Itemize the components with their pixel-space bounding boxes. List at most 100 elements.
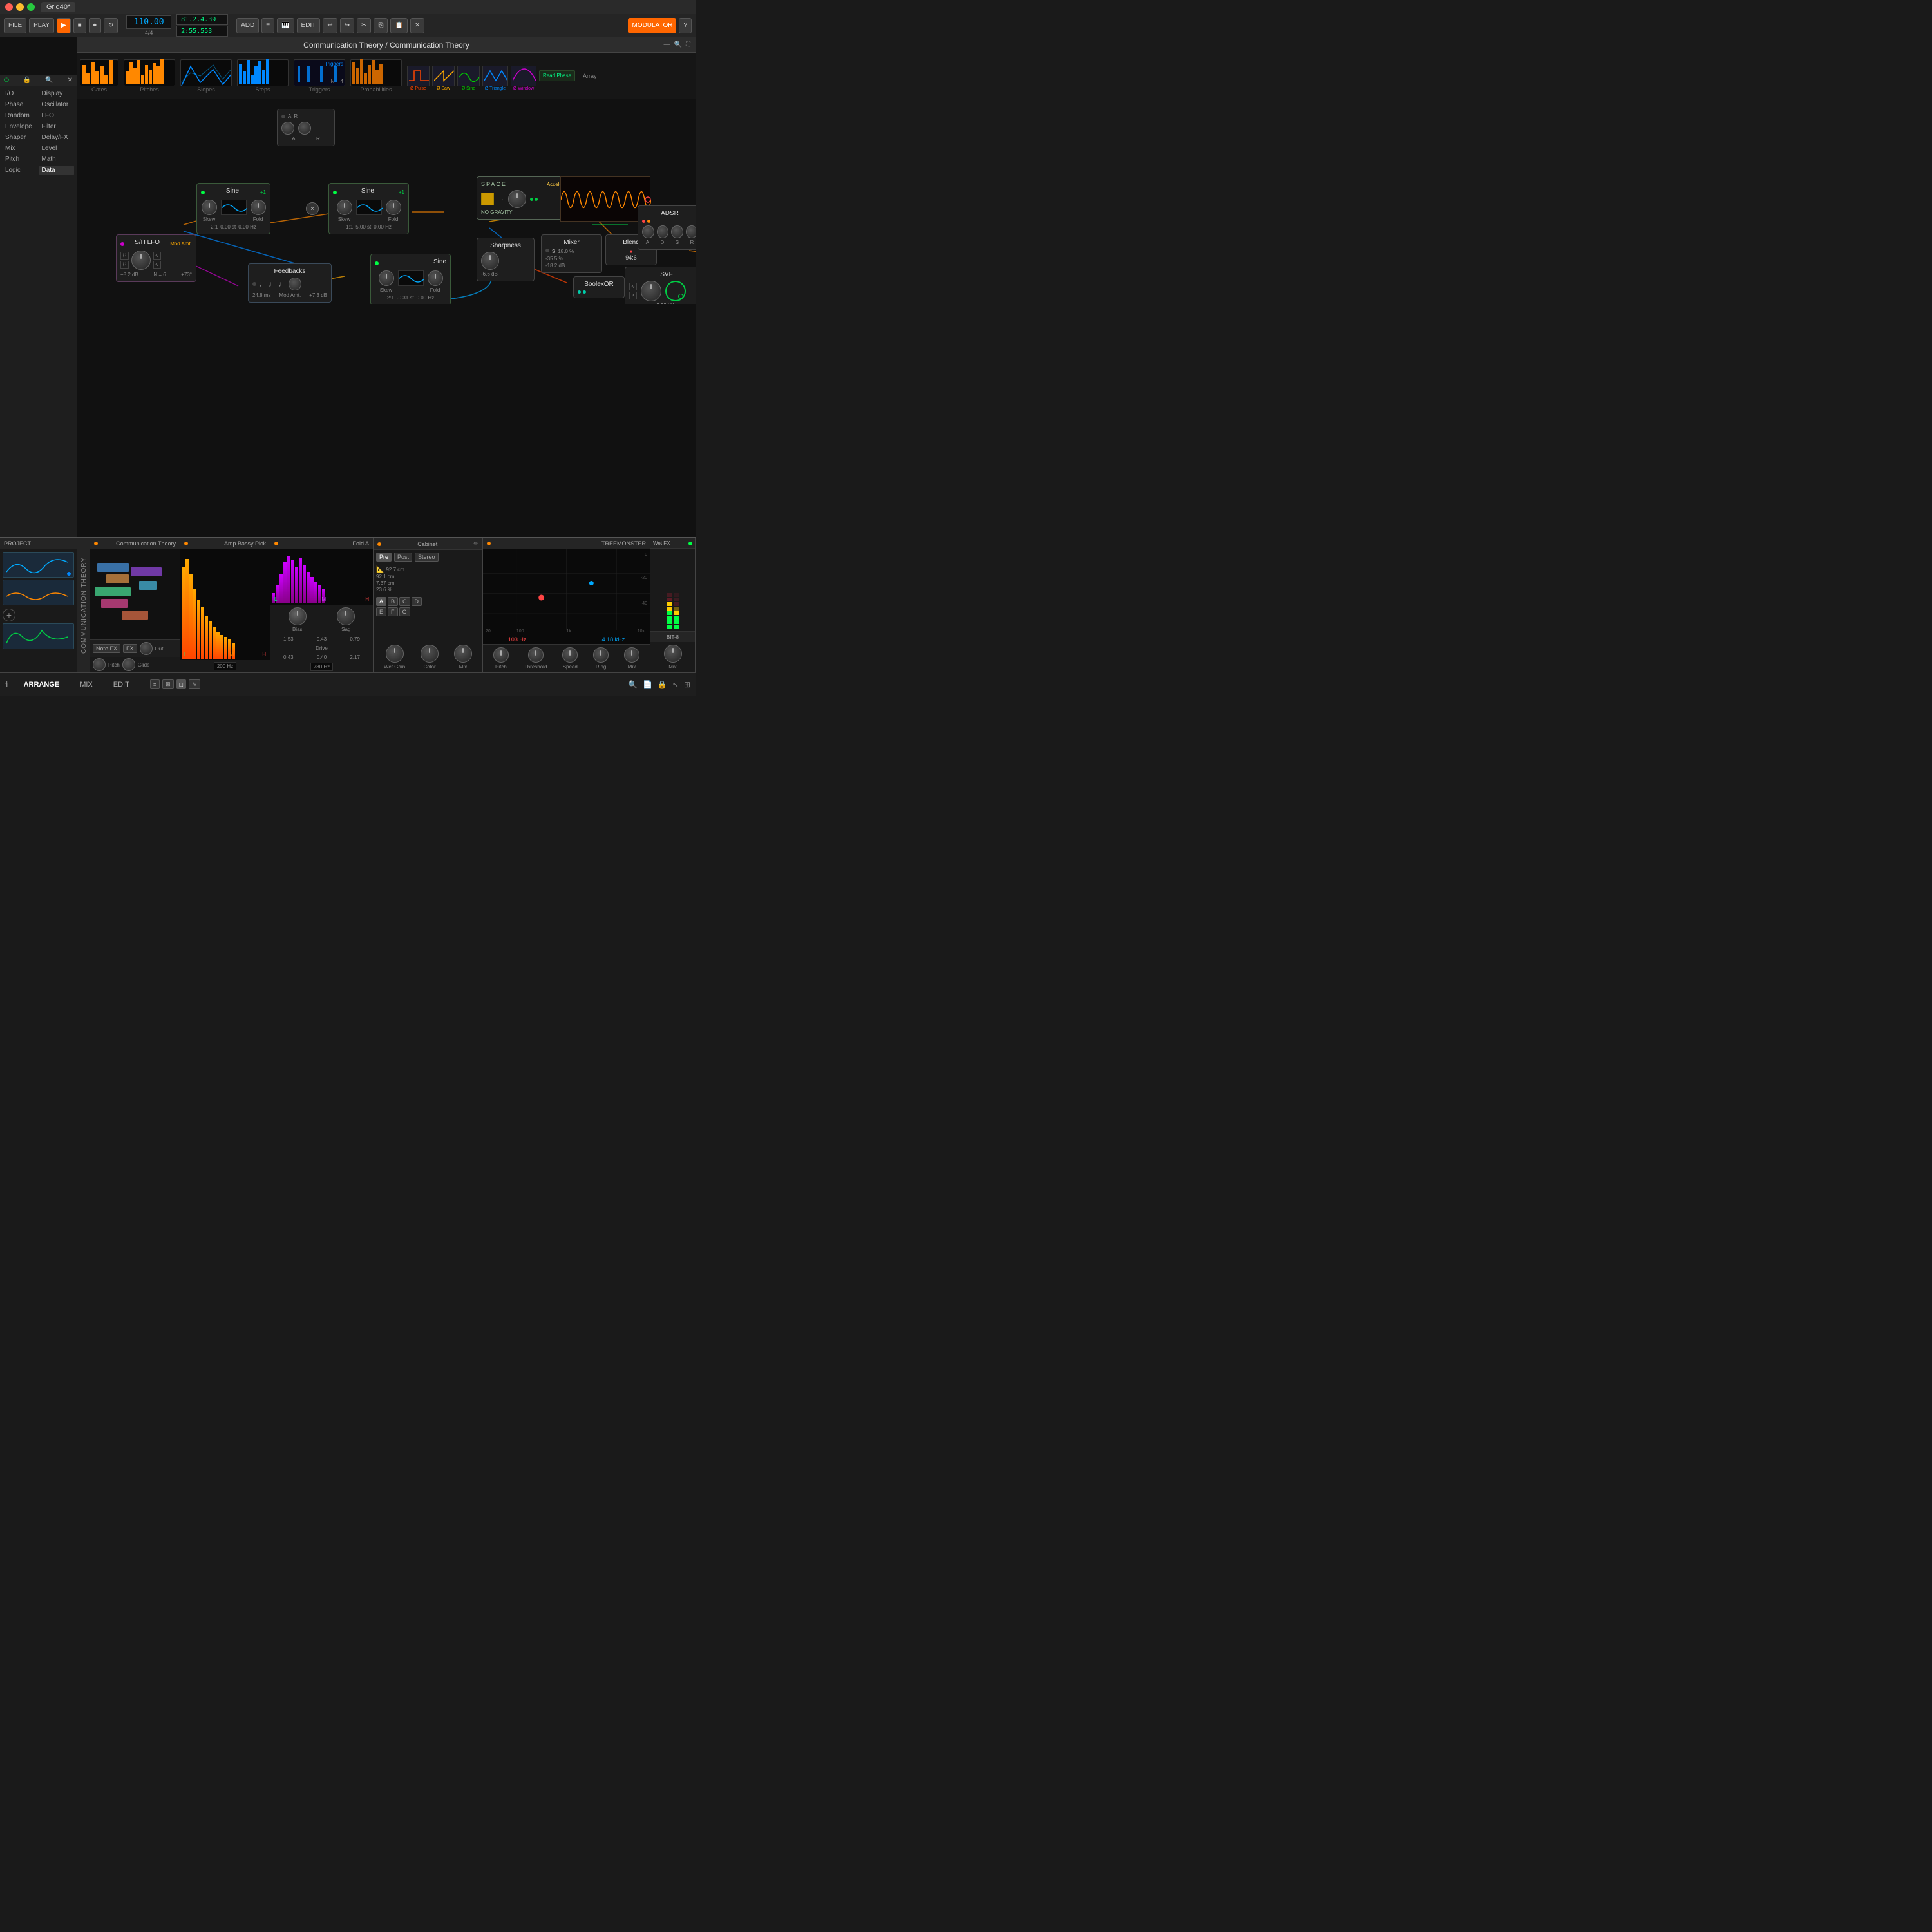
pr-block-6[interactable] — [139, 581, 157, 590]
tab-grid40[interactable]: Grid40* — [41, 2, 75, 12]
svf-opt2[interactable]: ↗ — [629, 292, 637, 299]
sine2-skew-knob[interactable] — [337, 200, 352, 215]
undo-button[interactable]: ↩ — [323, 18, 337, 33]
piano-roll[interactable] — [90, 549, 180, 639]
project-thumb-2[interactable] — [3, 580, 74, 605]
cab-f-btn[interactable]: F — [388, 607, 398, 616]
sharpness-module[interactable]: Sharpness -6.6 dB — [477, 238, 535, 281]
fx-button[interactable]: FX — [123, 644, 137, 653]
sidebar-item-shaper[interactable]: Shaper — [3, 133, 38, 142]
add-button[interactable]: ADD — [236, 18, 259, 33]
help-button[interactable]: ? — [679, 18, 692, 33]
pitches-display[interactable] — [124, 59, 175, 86]
sag-knob[interactable] — [337, 607, 355, 625]
adsr-r-knob[interactable] — [686, 225, 696, 238]
pr-block-4[interactable] — [101, 599, 128, 608]
plugin-zoom[interactable]: 🔍 — [674, 41, 682, 48]
out-knob[interactable] — [140, 642, 153, 655]
play-button[interactable]: ▶ — [57, 18, 71, 33]
lfo-wave1[interactable]: ⌇⌇ — [120, 252, 129, 260]
freq-hi[interactable]: 780 Hz — [310, 663, 333, 671]
sidebar-item-display[interactable]: Display — [39, 89, 75, 99]
boolexor-module[interactable]: BoolexOR — [573, 276, 625, 298]
edit-button[interactable]: EDIT — [297, 18, 321, 33]
cabinet-edit-icon[interactable]: ✏ — [473, 540, 478, 547]
stop-button[interactable]: ■ — [73, 18, 86, 33]
sine3-module[interactable]: Sine Skew Fold — [370, 254, 451, 304]
delete-button[interactable]: ✕ — [410, 18, 424, 33]
plugin-expand[interactable]: ⛶ — [686, 41, 690, 48]
amp-spectrum[interactable]: L M H — [180, 549, 270, 660]
status-search-icon[interactable]: 🔍 — [628, 680, 638, 689]
file-button[interactable]: FILE — [4, 18, 26, 33]
pr-block-5[interactable] — [131, 567, 162, 576]
steps-display[interactable] — [237, 59, 289, 86]
sidebar-item-delayfx[interactable]: Delay/FX — [39, 133, 75, 142]
pulse-preview[interactable]: Ø Pulse — [407, 66, 430, 86]
status-mode1[interactable]: ≡ — [150, 679, 160, 689]
sidebar-item-oscillator[interactable]: Oscillator — [39, 100, 75, 109]
loop-button[interactable]: ↻ — [104, 18, 118, 33]
status-grid-icon[interactable]: ⊞ — [684, 680, 690, 689]
space-knob[interactable] — [508, 190, 526, 208]
env-a-knob[interactable] — [281, 122, 294, 135]
adsr-s-knob[interactable] — [671, 225, 683, 238]
sidebar-item-io[interactable]: I/O — [3, 89, 38, 99]
sidebar-item-pitch[interactable]: Pitch — [3, 155, 38, 164]
wet-gain-knob[interactable] — [386, 645, 404, 663]
edit-tab[interactable]: EDIT — [108, 679, 135, 690]
gates-display[interactable] — [80, 59, 118, 86]
maximize-button[interactable] — [27, 3, 35, 11]
sidebar-item-lfo[interactable]: LFO — [39, 111, 75, 120]
window-preview[interactable]: Ø Window — [511, 66, 536, 86]
sine1-fold-knob[interactable] — [251, 200, 266, 215]
adsr-a-knob[interactable] — [642, 225, 654, 238]
tm-mix-knob[interactable] — [624, 647, 639, 663]
env-r-knob[interactable] — [298, 122, 311, 135]
bias-knob[interactable] — [289, 607, 307, 625]
stereo-button[interactable]: Stereo — [415, 553, 439, 562]
sine1-module[interactable]: Sine +1 Skew Fo — [196, 183, 270, 234]
lfo-knob[interactable] — [131, 251, 151, 270]
mix-tab[interactable]: MIX — [75, 679, 98, 690]
sidebar-item-data[interactable]: Data — [39, 166, 75, 175]
status-cursor-icon[interactable]: ↖ — [672, 680, 679, 689]
window-controls[interactable] — [5, 3, 35, 11]
adsr-module[interactable]: ADSR A D S R — [638, 205, 696, 250]
sidebar-lock-icon[interactable]: 🔒 — [23, 77, 31, 84]
play-label-button[interactable]: PLAY — [29, 18, 54, 33]
pr-block-3[interactable] — [95, 587, 131, 596]
tm-ring-knob[interactable] — [593, 647, 609, 663]
minimize-button[interactable] — [16, 3, 24, 11]
status-mode4[interactable]: ≋ — [189, 679, 200, 689]
piano-button[interactable]: 🎹 — [277, 18, 294, 33]
arrange-tab[interactable]: ARRANGE — [19, 679, 65, 690]
lfo-wave2[interactable]: ⌇⌇ — [120, 261, 129, 269]
sidebar-item-envelope[interactable]: Envelope — [3, 122, 38, 131]
svf-green-knob[interactable] — [665, 281, 686, 301]
sine2-module[interactable]: Sine +1 Skew Fold — [328, 183, 409, 234]
modulator-button[interactable]: MODULATOR — [628, 18, 676, 33]
lfo-wave4[interactable]: ∿ — [153, 261, 161, 269]
triangle-preview[interactable]: Ø Triangle — [482, 66, 508, 86]
record-button[interactable]: ⏺ — [89, 18, 101, 33]
status-mode3[interactable]: □ — [176, 679, 186, 689]
multiply-node[interactable]: × — [306, 202, 319, 215]
mixer-module[interactable]: Mixer S 18.0 % -35.5 % -18.2 dB — [541, 234, 602, 273]
post-button[interactable]: Post — [394, 553, 412, 562]
freq-lo[interactable]: 200 Hz — [214, 662, 236, 670]
note-fx-button[interactable]: Note FX — [93, 644, 120, 653]
svf-module[interactable]: SVF ∿ ↗ 2.09 kHz — [625, 267, 696, 304]
sharpness-knob[interactable] — [481, 252, 499, 270]
info-icon[interactable]: ℹ — [5, 680, 8, 689]
eq-display[interactable]: 0 -20 -40 20 100 1k 10k — [483, 549, 650, 644]
sidebar-item-logic[interactable]: Logic — [3, 166, 38, 175]
copy-button[interactable]: ⎘ — [374, 18, 388, 33]
tm-speed-knob[interactable] — [562, 647, 578, 663]
sine-preview[interactable]: Ø Sine — [457, 66, 480, 86]
sidebar-power-icon[interactable]: ⏻ — [4, 77, 9, 84]
cab-g-btn[interactable]: G — [399, 607, 410, 616]
feedbacks-module[interactable]: Feedbacks ♩ ♩ ♩ 24.8 ms Mod Amt. +7.3 dB — [248, 263, 332, 303]
envelope-module[interactable]: A R A R — [277, 109, 335, 146]
feedbacks-knob[interactable] — [289, 278, 301, 290]
